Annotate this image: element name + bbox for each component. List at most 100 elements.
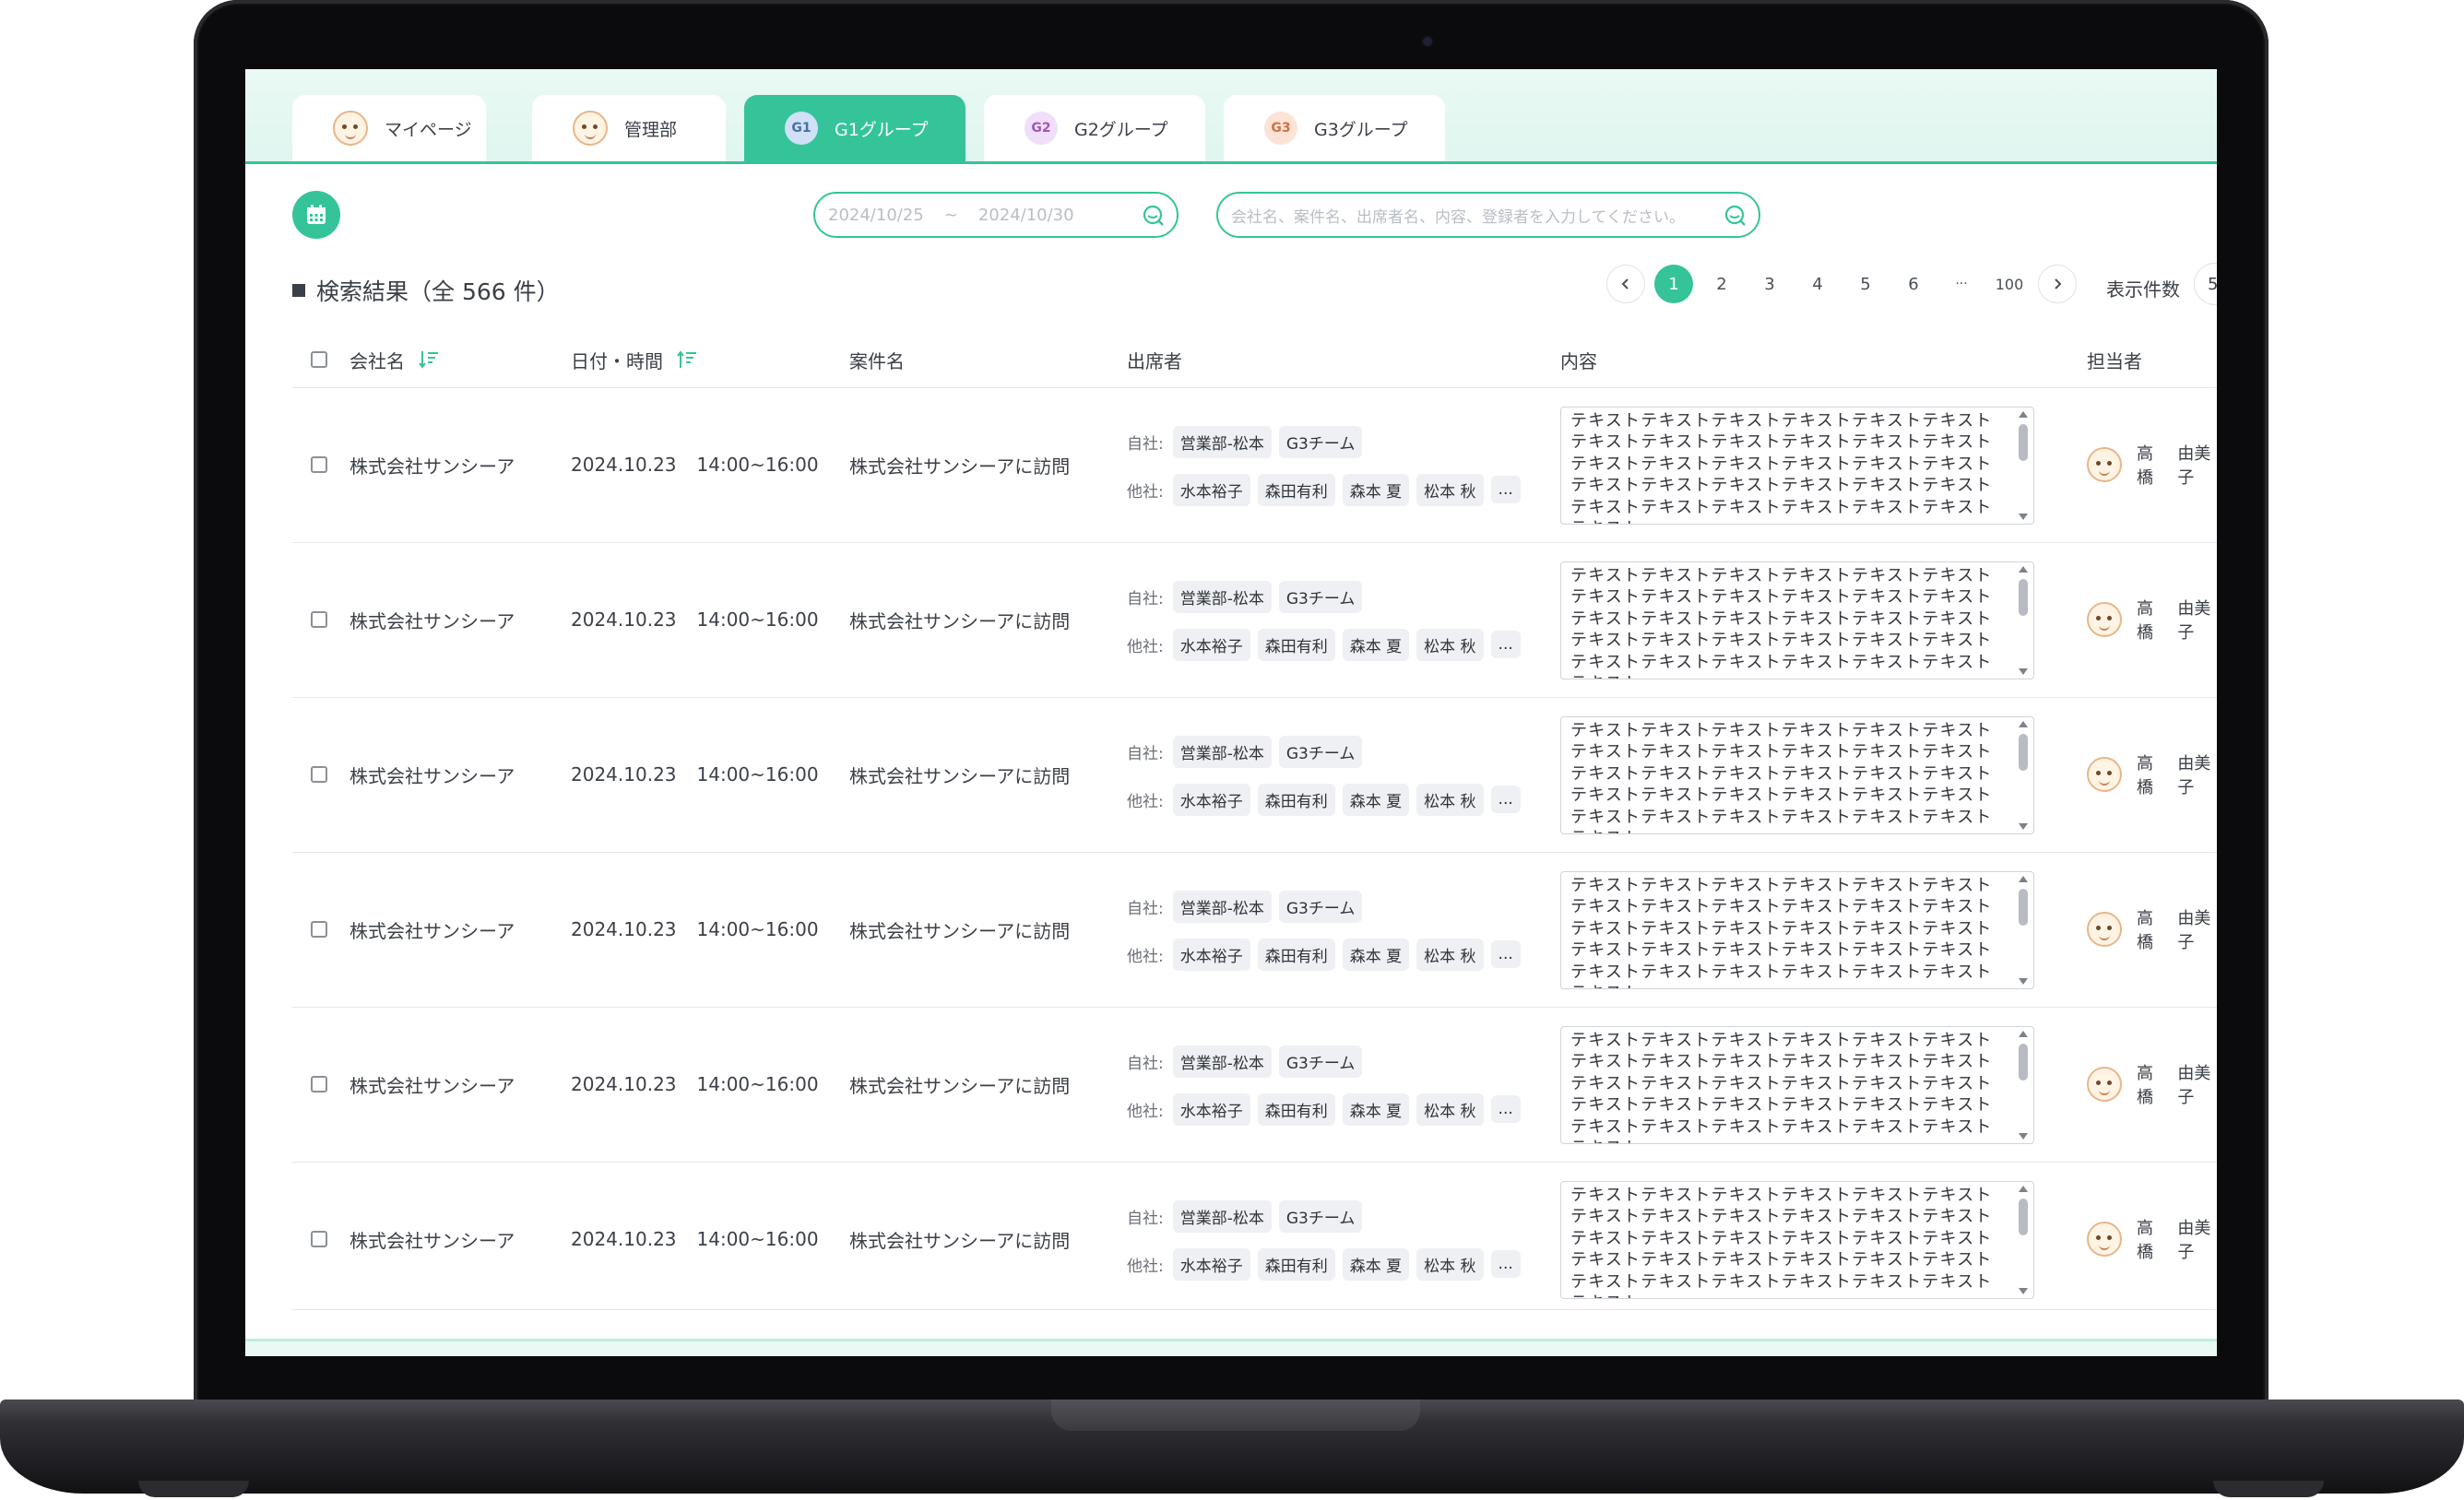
app-screen: マイページ 管理部 G1 G1グループ G2 G2グループ G3 G3グループ [245, 69, 2217, 1356]
table-row[interactable]: 株式会社サンシーア 2024.10.23 14:00~16:00 株式会社サンシ… [292, 852, 2217, 1007]
case-name: 株式会社サンシーアに訪問 [849, 1074, 1071, 1097]
scroll-thumb[interactable] [2019, 1044, 2028, 1081]
row-checkbox[interactable] [311, 698, 327, 851]
column-company[interactable]: 会社名 [349, 332, 440, 387]
row-checkbox[interactable] [311, 1163, 327, 1316]
scroll-up-icon[interactable] [2019, 876, 2028, 882]
attendee-chip[interactable]: ... [1490, 1095, 1521, 1123]
scroll-up-icon[interactable] [2019, 566, 2028, 573]
scroll-thumb[interactable] [2019, 424, 2028, 461]
tab-label: G2グループ [1074, 119, 1168, 140]
content-textarea[interactable]: テキストテキストテキストテキストテキストテキストテキストテキストテキストテキスト… [1560, 871, 2034, 989]
content-textarea[interactable]: テキストテキストテキストテキストテキストテキストテキストテキストテキストテキスト… [1560, 407, 2034, 525]
row-checkbox[interactable] [311, 543, 327, 696]
page-100[interactable]: 100 [1990, 265, 2029, 303]
tab-g3-group[interactable]: G3 G3グループ [1224, 95, 1445, 161]
scroll-thumb[interactable] [2019, 734, 2028, 771]
scroll-up-icon[interactable] [2019, 411, 2028, 418]
page-6[interactable]: 6 [1894, 265, 1933, 303]
other-company-label: 他社: [1127, 1257, 1164, 1276]
next-page-button[interactable] [2038, 265, 2077, 303]
select-all-checkbox[interactable] [311, 332, 327, 387]
owner-first-name: 由美子 [2177, 909, 2211, 952]
date-range-field[interactable]: 2024/10/25 ~ 2024/10/30 [813, 192, 1179, 238]
page-2[interactable]: 2 [1702, 265, 1741, 303]
pagination: 1 2 3 4 5 6 ··· 100 [245, 265, 2217, 305]
row-checkbox[interactable] [311, 853, 327, 1006]
row-checkbox[interactable] [311, 388, 327, 541]
scroll-down-icon[interactable] [2019, 978, 2028, 985]
avatar-face-icon [2087, 1067, 2122, 1102]
sort-ascending-icon[interactable] [676, 348, 698, 371]
table-bottom-border [292, 1309, 2217, 1311]
owner-first-name: 由美子 [2177, 754, 2211, 797]
content-scrollbar[interactable] [2017, 721, 2030, 830]
content-textarea[interactable]: テキストテキストテキストテキストテキストテキストテキストテキストテキストテキスト… [1560, 716, 2034, 834]
scroll-thumb[interactable] [2019, 1199, 2028, 1235]
other-company-label: 他社: [1127, 482, 1164, 502]
page-4[interactable]: 4 [1798, 265, 1837, 303]
page-ellipsis: ··· [1955, 277, 1968, 291]
keyword-search-input[interactable]: 会社名、案件名、出席者名、内容、登録者を入力してください。 [1216, 192, 1760, 238]
row-checkbox[interactable] [311, 1008, 327, 1161]
content-scrollbar[interactable] [2017, 411, 2030, 520]
column-datetime[interactable]: 日付・時間 [571, 332, 698, 387]
content-scrollbar[interactable] [2017, 566, 2030, 675]
owner-last-name: 高橋 [2137, 599, 2153, 643]
scroll-down-icon[interactable] [2019, 1133, 2028, 1140]
content-textarea[interactable]: テキストテキストテキストテキストテキストテキストテキストテキストテキストテキスト… [1560, 1181, 2034, 1299]
attendee-chip[interactable]: ... [1490, 476, 1521, 503]
scroll-up-icon[interactable] [2019, 1031, 2028, 1037]
column-attendees: 出席者 [1127, 349, 1182, 372]
table-row[interactable]: 株式会社サンシーア 2024.10.23 14:00~16:00 株式会社サンシ… [292, 387, 2217, 542]
other-company-label: 他社: [1127, 1102, 1164, 1121]
own-company-label: 自社: [1127, 434, 1164, 454]
attendee-chip[interactable]: ... [1490, 785, 1521, 813]
attendees: 自社: 営業部-松本 G3チーム 他社: 水本裕子 森田有利 森本 夏松本 秋... [1127, 425, 1521, 521]
attendee-chip[interactable]: ... [1490, 631, 1521, 658]
sort-descending-icon[interactable] [418, 348, 440, 371]
scroll-down-icon[interactable] [2019, 1288, 2028, 1294]
attendee-chip: 松本 秋 [1416, 783, 1484, 816]
scroll-thumb[interactable] [2019, 889, 2028, 926]
case-name: 株式会社サンシーアに訪問 [849, 455, 1071, 478]
owner: 高橋 由美子 [2087, 698, 2217, 851]
avatar-face-icon [2087, 912, 2122, 947]
scroll-up-icon[interactable] [2019, 721, 2028, 727]
attendees: 自社: 営業部-松本 G3チーム 他社: 水本裕子 森田有利 森本 夏松本 秋... [1127, 735, 1521, 831]
prev-page-button[interactable] [1606, 265, 1645, 303]
scroll-down-icon[interactable] [2019, 668, 2028, 675]
datetime: 2024.10.23 14:00~16:00 [571, 1008, 819, 1161]
scroll-up-icon[interactable] [2019, 1186, 2028, 1192]
time-value: 14:00~16:00 [696, 608, 819, 631]
content-textarea[interactable]: テキストテキストテキストテキストテキストテキストテキストテキストテキストテキスト… [1560, 561, 2034, 679]
attendee-chip[interactable]: ... [1490, 940, 1521, 968]
own-company-label: 自社: [1127, 589, 1164, 608]
scroll-thumb[interactable] [2019, 579, 2028, 616]
company-name: 株式会社サンシーア [349, 919, 515, 942]
search-icon[interactable] [1724, 204, 1747, 228]
tab-g1-group[interactable]: G1 G1グループ [744, 95, 965, 161]
table-row[interactable]: 株式会社サンシーア 2024.10.23 14:00~16:00 株式会社サンシ… [292, 542, 2217, 697]
table-row[interactable]: 株式会社サンシーア 2024.10.23 14:00~16:00 株式会社サンシ… [292, 1162, 2217, 1317]
tab-mypage[interactable]: マイページ [292, 95, 486, 161]
tab-admin[interactable]: 管理部 [532, 95, 726, 161]
content-scrollbar[interactable] [2017, 1186, 2030, 1294]
table-row[interactable]: 株式会社サンシーア 2024.10.23 14:00~16:00 株式会社サンシ… [292, 1007, 2217, 1162]
scroll-down-icon[interactable] [2019, 823, 2028, 830]
calendar-icon [307, 205, 326, 224]
table-row[interactable]: 株式会社サンシーア 2024.10.23 14:00~16:00 株式会社サンシ… [292, 697, 2217, 852]
scroll-down-icon[interactable] [2019, 514, 2028, 520]
calendar-button[interactable] [292, 191, 340, 239]
content-textarea[interactable]: テキストテキストテキストテキストテキストテキストテキストテキストテキストテキスト… [1560, 1026, 2034, 1144]
time-value: 14:00~16:00 [696, 1073, 819, 1095]
page-3[interactable]: 3 [1750, 265, 1789, 303]
tab-g2-group[interactable]: G2 G2グループ [984, 95, 1205, 161]
search-placeholder: 会社名、案件名、出席者名、内容、登録者を入力してください。 [1231, 207, 1685, 227]
page-1[interactable]: 1 [1654, 265, 1693, 303]
search-icon[interactable] [1142, 204, 1166, 228]
attendee-chip[interactable]: ... [1490, 1250, 1521, 1278]
content-scrollbar[interactable] [2017, 1031, 2030, 1140]
content-scrollbar[interactable] [2017, 876, 2030, 985]
page-5[interactable]: 5 [1846, 265, 1885, 303]
